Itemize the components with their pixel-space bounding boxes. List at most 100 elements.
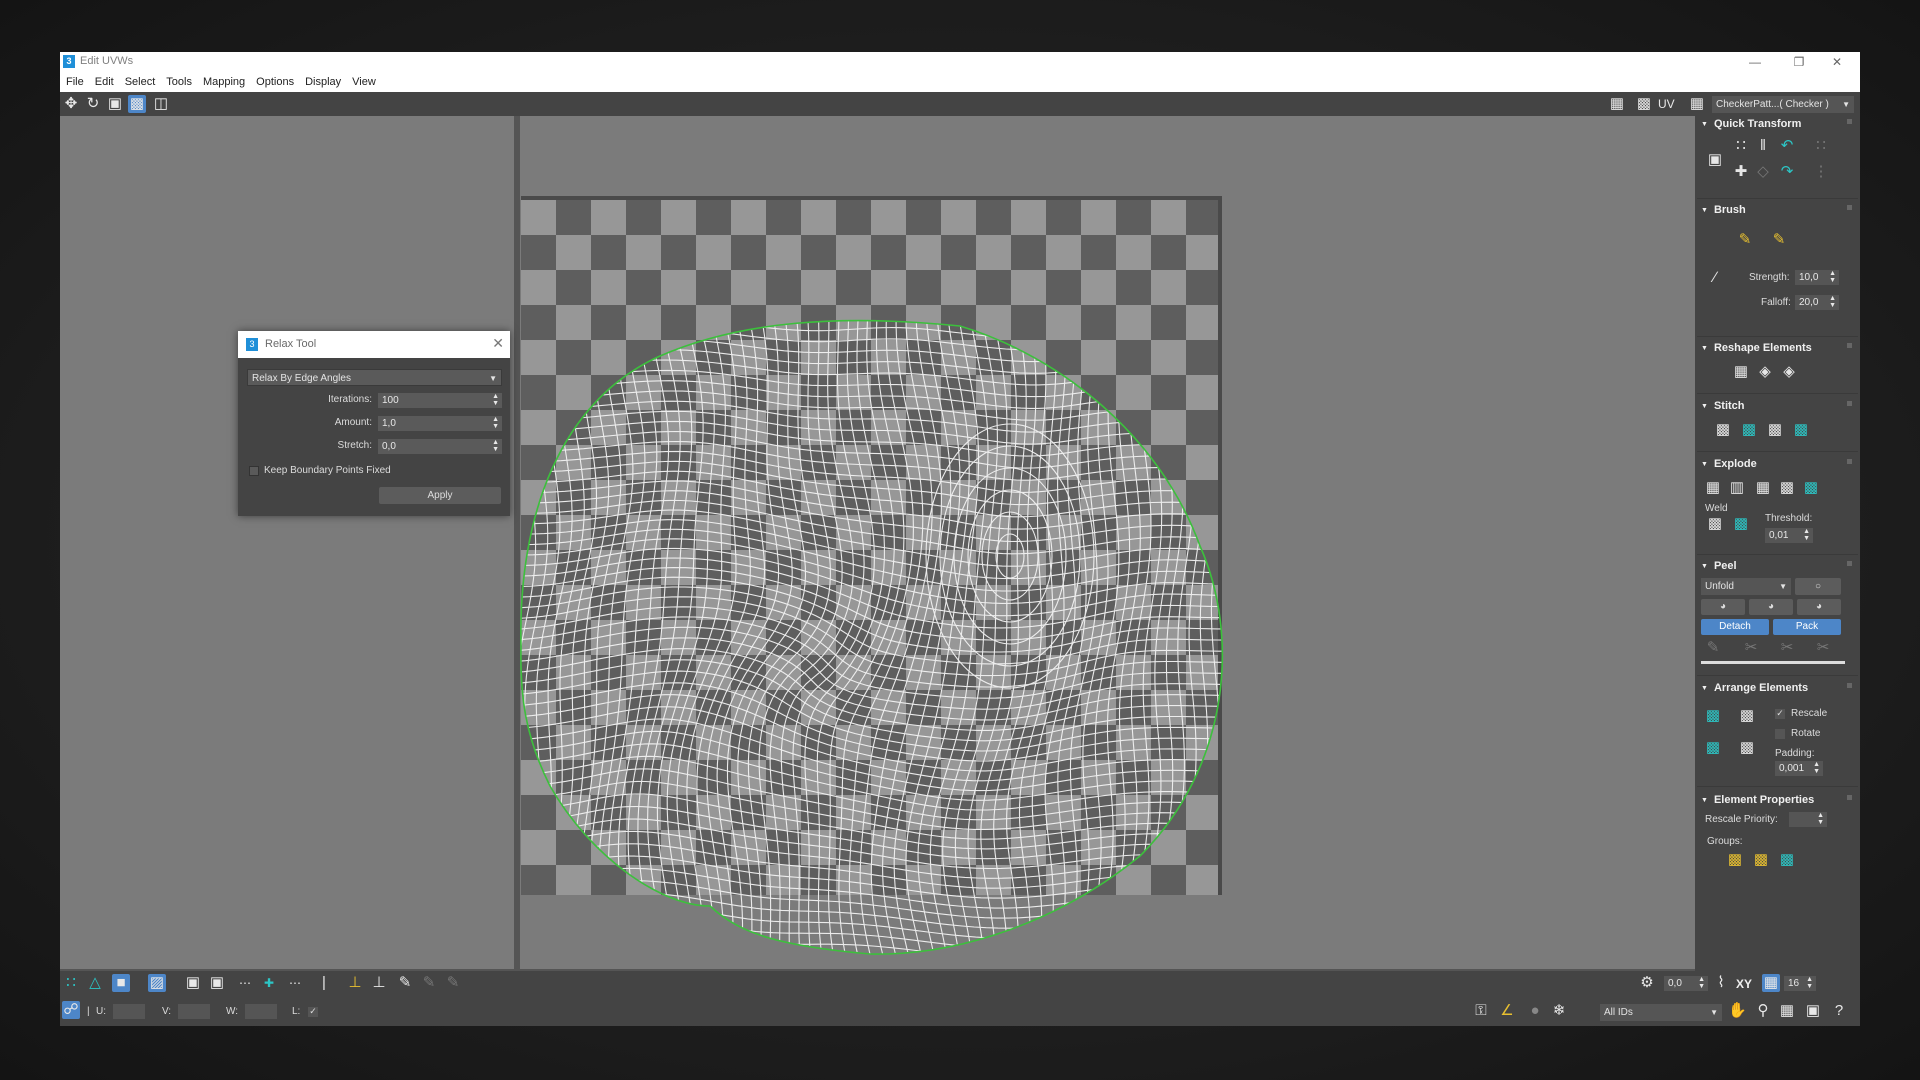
space-vertical-icon[interactable]: ⋮ [1811, 162, 1831, 182]
scale-icon[interactable]: ▣ [106, 95, 124, 113]
move-icon[interactable]: ✥ [62, 95, 80, 113]
freeform-icon[interactable]: ▩ [128, 95, 146, 113]
flatten-angle-icon[interactable]: ▦ [1753, 478, 1773, 498]
shrink-select-icon[interactable]: ▣ [208, 974, 226, 992]
rotate-ccw-icon[interactable]: ↶ [1777, 136, 1797, 156]
spinner-icon[interactable]: ▲ ▼ [492, 393, 499, 407]
align-edges-icon[interactable]: ✚ [1731, 162, 1751, 182]
relax-icon[interactable]: ◈ [1755, 362, 1775, 382]
grid-icon[interactable]: ▦ [1608, 95, 1626, 113]
relax-dialog-titlebar[interactable]: 3 Relax Tool ✕ [238, 331, 510, 358]
menu-file[interactable]: File [66, 72, 84, 92]
grid-size-field[interactable]: 16 ▲ ▼ [1784, 976, 1816, 991]
pin-icon[interactable]: ⊥ [346, 974, 364, 992]
stitch-source-icon[interactable]: ▩ [1739, 420, 1759, 440]
pack-button[interactable]: Pack [1773, 619, 1841, 635]
xy-toggle[interactable]: XY [1736, 977, 1752, 991]
menu-display[interactable]: Display [305, 72, 341, 92]
rotate-checkbox[interactable] [1775, 729, 1785, 739]
menu-tools[interactable]: Tools [166, 72, 192, 92]
quick-peel-button[interactable]: ◕ [1701, 599, 1745, 615]
pivot-icon[interactable]: ▣ [1705, 150, 1725, 170]
menu-mapping[interactable]: Mapping [203, 72, 245, 92]
section-header[interactable]: ▼ Element Properties [1697, 792, 1858, 808]
curve-icon[interactable]: ⌇ [1712, 974, 1730, 992]
paint-brush-icon[interactable]: ✎ [1735, 230, 1755, 250]
pack-together-icon[interactable]: ▩ [1737, 706, 1757, 726]
reset-peel-button[interactable]: ◕ [1797, 599, 1841, 615]
peel-options-button[interactable]: ○ [1795, 578, 1841, 595]
straighten-selection-icon[interactable]: ▦ [1731, 362, 1751, 382]
detach-edge-icon[interactable]: ▥ [1727, 478, 1747, 498]
angle-field[interactable]: 0,0 ▲ ▼ [1664, 976, 1708, 991]
align-horizontal-icon[interactable]: ∷ [1731, 136, 1751, 156]
soft-select-icon[interactable]: ∠ [1498, 1002, 1516, 1020]
close-button[interactable]: ✕ [1820, 52, 1854, 72]
spinner-icon[interactable]: ▲ ▼ [1817, 812, 1824, 826]
snap-icon[interactable]: ⚙ [1638, 974, 1656, 992]
minimize-button[interactable]: — [1738, 52, 1772, 72]
help-icon[interactable]: ? [1830, 1002, 1848, 1020]
pack-normalize-icon[interactable]: ▩ [1703, 706, 1723, 726]
vertex-select-icon[interactable]: ∷ [62, 974, 80, 992]
section-header[interactable]: ▼ Explode [1697, 456, 1858, 472]
loop-icon[interactable]: ✚ [260, 974, 278, 992]
face-select-icon[interactable]: ■ [112, 974, 130, 992]
menu-select[interactable]: Select [125, 72, 156, 92]
u-field[interactable] [113, 1004, 145, 1019]
uv-editor-viewport[interactable]: 3 Relax Tool ✕ Relax By Edge Angles ▼ Ite… [60, 116, 1695, 969]
zoom-extents-icon[interactable]: ▣ [1804, 1002, 1822, 1020]
map-dropdown[interactable]: CheckerPatt...( Checker ) ▼ [1712, 96, 1854, 113]
grow-select-icon[interactable]: ▣ [184, 974, 202, 992]
padding-field[interactable]: 0,001 ▲ ▼ [1775, 761, 1823, 776]
amount-field[interactable]: 1,0 ▲ ▼ [378, 416, 502, 431]
loop-shrink-icon[interactable]: ⋯ [286, 974, 304, 992]
uv-label[interactable]: UV [1658, 97, 1675, 111]
threshold-field[interactable]: 0,01 ▲ ▼ [1765, 528, 1813, 543]
menu-options[interactable]: Options [256, 72, 294, 92]
weld-target-icon[interactable]: ▩ [1705, 514, 1725, 534]
spinner-icon[interactable]: ▲ ▼ [1806, 976, 1813, 990]
rotate-icon[interactable]: ↻ [84, 95, 102, 113]
brush-shrink-icon[interactable]: ✎ [444, 974, 462, 992]
stitch-target-icon[interactable]: ▩ [1791, 420, 1811, 440]
paint-select-icon[interactable]: ✎ [396, 974, 414, 992]
edge-to-seam-icon[interactable]: ✂ [1741, 638, 1761, 658]
rescale-elements-icon[interactable]: ▩ [1737, 738, 1757, 758]
spinner-icon[interactable]: ▲ ▼ [1813, 761, 1820, 775]
align-vertical-icon[interactable]: ‖ [1753, 136, 1773, 156]
w-field[interactable] [245, 1004, 277, 1019]
spinner-icon[interactable]: ▲ ▼ [1829, 295, 1836, 309]
edge-select-icon[interactable]: △ [86, 974, 104, 992]
stretch-field[interactable]: 0,0 ▲ ▼ [378, 439, 502, 454]
uv-transform-icon[interactable]: ☍ [62, 1001, 80, 1019]
group-info-icon[interactable]: ▩ [1777, 850, 1797, 870]
close-icon[interactable]: ✕ [492, 335, 504, 352]
stitch-custom-icon[interactable]: ▩ [1713, 420, 1733, 440]
section-header[interactable]: ▼ Stitch [1697, 398, 1858, 414]
pan-icon[interactable]: ✋ [1728, 1002, 1747, 1020]
element-select-icon[interactable]: ▨ [148, 974, 166, 992]
relax-settings-icon[interactable]: ◈ [1779, 362, 1799, 382]
straighten-icon[interactable]: ◇ [1753, 162, 1773, 182]
spinner-icon[interactable]: ▲ ▼ [492, 416, 499, 430]
iterations-field[interactable]: 100 ▲ ▼ [378, 393, 502, 408]
grid-snap-icon[interactable]: ▦ [1762, 974, 1780, 992]
brush-grow-icon[interactable]: ✎ [420, 974, 438, 992]
menu-edit[interactable]: Edit [95, 72, 114, 92]
maximize-button[interactable]: ❐ [1782, 52, 1816, 72]
relax-method-dropdown[interactable]: Relax By Edge Angles ▼ [247, 369, 502, 386]
flatten-smooth-icon[interactable]: ▩ [1777, 478, 1797, 498]
zoom-icon[interactable]: ⚲ [1754, 1002, 1772, 1020]
relax-brush-icon[interactable]: ✎ [1769, 230, 1789, 250]
freeze-icon[interactable]: ❄ [1550, 1002, 1568, 1020]
brush-curve-icon[interactable]: ∕ [1705, 268, 1725, 288]
zoom-region-icon[interactable]: ▦ [1778, 1002, 1796, 1020]
lock-icon[interactable]: ⚿ [1472, 1002, 1490, 1020]
spinner-icon[interactable]: ▲ ▼ [1698, 976, 1705, 990]
group-ungroup-icon[interactable]: ▩ [1751, 850, 1771, 870]
section-header[interactable]: ▼ Reshape Elements [1697, 340, 1858, 356]
break-icon[interactable]: ▦ [1703, 478, 1723, 498]
weld-selected-icon[interactable]: ▩ [1731, 514, 1751, 534]
ids-dropdown[interactable]: All IDs ▼ [1600, 1004, 1722, 1021]
